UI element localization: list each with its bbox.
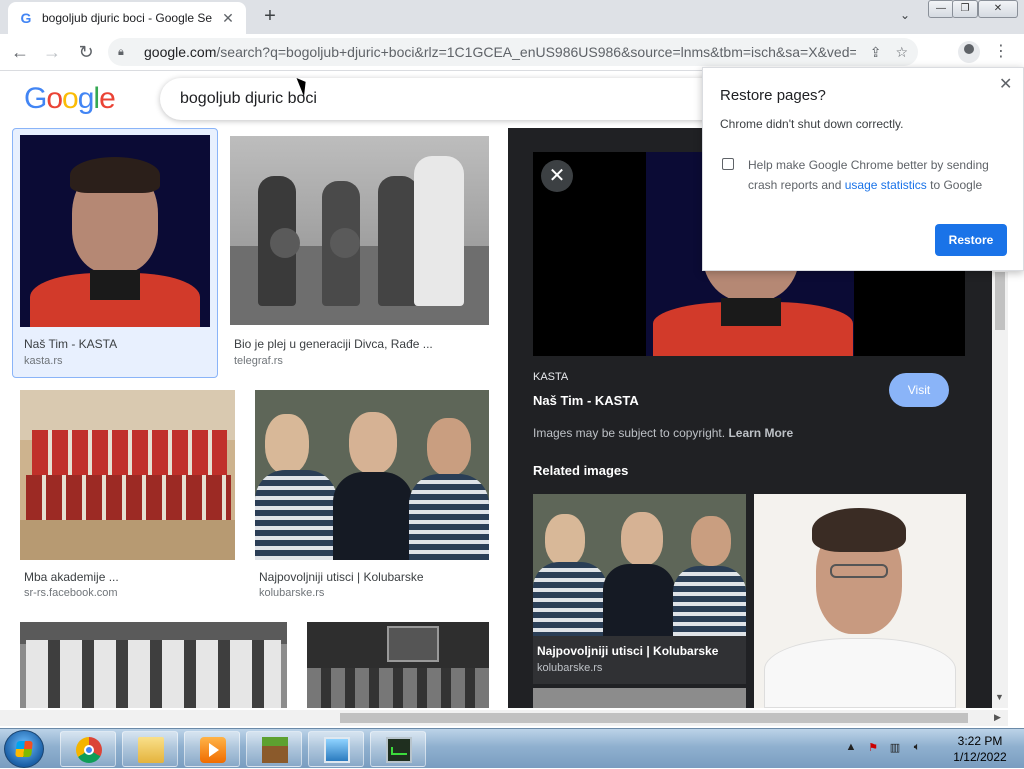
new-tab-button[interactable]: + xyxy=(258,5,282,29)
tab-title: bogoljub djuric boci - Google Se xyxy=(42,11,212,25)
back-arrow-icon[interactable]: ← xyxy=(8,40,32,64)
chrome-icon xyxy=(76,737,102,763)
photo-viewer-icon xyxy=(324,737,350,763)
horizontal-scroll-thumb[interactable] xyxy=(340,713,968,723)
result-source: telegraf.rs xyxy=(234,355,283,367)
scroll-down-arrow-icon[interactable]: ▼ xyxy=(995,692,1004,702)
result-thumbnail[interactable] xyxy=(230,136,489,325)
show-hidden-icons-icon[interactable]: ▲ xyxy=(844,741,858,755)
result-thumbnail[interactable] xyxy=(307,622,489,708)
search-input[interactable]: bogoljub djuric boci xyxy=(160,78,740,120)
related-thumbnail[interactable] xyxy=(533,494,746,636)
chrome-menu-icon[interactable]: ⋮ xyxy=(990,41,1012,63)
system-clock[interactable]: 3:22 PM 1/12/2022 xyxy=(942,733,1018,765)
windows-taskbar: ▲ ⚑ ▥ 🔈︎ 3:22 PM 1/12/2022 xyxy=(0,728,1024,768)
tab-strip: G bogoljub djuric boci - Google Se ✕ + ⌄… xyxy=(0,0,1024,34)
result-caption: Naš Tim - KASTA xyxy=(24,337,118,351)
related-source: kolubarske.rs xyxy=(537,662,603,674)
taskbar-task-manager[interactable] xyxy=(370,731,426,767)
image-results-grid: Naš Tim - KASTA kasta.rs Bio je plej u g… xyxy=(0,128,508,708)
preview-title[interactable]: Naš Tim - KASTA xyxy=(533,393,639,408)
restore-pages-dialog: Restore pages? ✕ Chrome didn't shut down… xyxy=(702,67,1024,271)
window-close-button[interactable]: ✕ xyxy=(978,0,1018,18)
dialog-title: Restore pages? xyxy=(720,87,826,104)
scroll-right-arrow-icon[interactable]: ▶ xyxy=(994,712,1001,723)
google-favicon-icon: G xyxy=(20,10,32,26)
result-card[interactable]: Najpovoljniji utisci | Kolubarske koluba… xyxy=(255,390,491,602)
address-bar[interactable]: 🔒︎ google.com/search?q=bogoljub+djuric+b… xyxy=(108,38,918,66)
folder-icon xyxy=(138,737,164,763)
tab-close-icon[interactable]: ✕ xyxy=(220,10,236,27)
profile-avatar-icon[interactable] xyxy=(958,41,980,63)
crash-report-checkbox[interactable] xyxy=(722,158,734,170)
related-image-card[interactable]: Najpovoljniji utisci | Kolubarske koluba… xyxy=(533,494,746,684)
browser-toolbar: ← → ↻ 🔒︎ google.com/search?q=bogoljub+dj… xyxy=(0,34,1024,71)
related-caption: Najpovoljniji utisci | Kolubarske xyxy=(537,644,719,658)
taskbar-chrome[interactable] xyxy=(60,731,116,767)
url-text[interactable]: google.com/search?q=bogoljub+djuric+boci… xyxy=(144,44,856,60)
crash-report-label: Help make Google Chrome better by sendin… xyxy=(748,158,989,192)
search-query[interactable]: bogoljub djuric boci xyxy=(180,90,317,108)
task-manager-icon xyxy=(386,737,412,763)
system-tray: ▲ ⚑ ▥ 🔈︎ 3:22 PM 1/12/2022 xyxy=(838,729,1024,769)
restore-button[interactable]: Restore xyxy=(935,224,1007,256)
clock-time: 3:22 PM xyxy=(957,734,1003,748)
dialog-message: Chrome didn't shut down correctly. xyxy=(720,117,904,131)
bookmark-star-icon[interactable]: ☆ xyxy=(895,44,908,61)
minecraft-icon xyxy=(262,737,288,763)
result-source: kolubarske.rs xyxy=(259,587,325,599)
result-caption: Najpovoljniji utisci | Kolubarske xyxy=(259,570,424,584)
forward-arrow-icon[interactable]: → xyxy=(40,40,64,64)
result-source: sr-rs.facebook.com xyxy=(24,587,118,599)
tab-search-chevron-icon[interactable]: ⌄ xyxy=(896,8,914,26)
minimize-button[interactable]: — xyxy=(928,0,954,18)
volume-icon[interactable]: 🔈︎ xyxy=(910,741,924,755)
google-logo[interactable]: Google xyxy=(24,82,116,116)
vertical-scrollbar[interactable]: ▼ xyxy=(992,272,1008,708)
visit-button[interactable]: Visit xyxy=(889,373,949,407)
result-source: kasta.rs xyxy=(24,355,63,367)
start-button[interactable] xyxy=(4,730,44,768)
dialog-close-icon[interactable]: ✕ xyxy=(999,74,1012,94)
share-icon[interactable]: ⇪ xyxy=(870,44,882,61)
horizontal-scrollbar[interactable]: ▶ xyxy=(0,710,1008,726)
reload-icon[interactable]: ↻ xyxy=(74,40,98,64)
copyright-notice: Images may be subject to copyright. Lear… xyxy=(533,426,794,440)
action-center-flag-icon[interactable]: ⚑ xyxy=(866,741,880,755)
lock-icon: 🔒︎ xyxy=(118,45,124,58)
taskbar-minecraft[interactable] xyxy=(246,731,302,767)
maximize-button[interactable]: ❐ xyxy=(952,0,978,18)
taskbar-media-player[interactable] xyxy=(184,731,240,767)
result-card[interactable]: Bio je plej u generaciji Divca, Rađe ...… xyxy=(230,136,490,376)
related-thumbnail[interactable] xyxy=(533,688,746,708)
vertical-scroll-thumb[interactable] xyxy=(995,272,1005,330)
result-card[interactable]: Mba akademije ... sr-rs.facebook.com xyxy=(20,390,236,602)
browser-tab[interactable]: G bogoljub djuric boci - Google Se ✕ xyxy=(8,2,246,34)
preview-source: KASTA xyxy=(533,371,569,383)
result-thumbnail[interactable] xyxy=(20,390,235,560)
close-preview-icon[interactable]: ✕ xyxy=(541,160,573,192)
taskbar-photo-viewer[interactable] xyxy=(308,731,364,767)
result-thumbnail[interactable] xyxy=(20,135,210,327)
taskbar-file-explorer[interactable] xyxy=(122,731,178,767)
result-thumbnail[interactable] xyxy=(255,390,489,560)
learn-more-link[interactable]: Learn More xyxy=(728,426,793,440)
result-caption: Mba akademije ... xyxy=(24,570,119,584)
related-image-card[interactable] xyxy=(754,494,966,708)
media-player-icon xyxy=(200,737,226,763)
result-card[interactable]: Naš Tim - KASTA kasta.rs xyxy=(12,128,218,378)
network-icon[interactable]: ▥ xyxy=(888,741,902,755)
result-thumbnail[interactable] xyxy=(20,622,287,708)
clock-date: 1/12/2022 xyxy=(953,750,1007,764)
result-card[interactable] xyxy=(20,622,288,708)
result-caption: Bio je plej u generaciji Divca, Rađe ... xyxy=(234,337,433,351)
related-images-heading: Related images xyxy=(533,463,629,478)
usage-statistics-link[interactable]: usage statistics xyxy=(845,178,927,192)
result-card[interactable] xyxy=(307,622,489,708)
